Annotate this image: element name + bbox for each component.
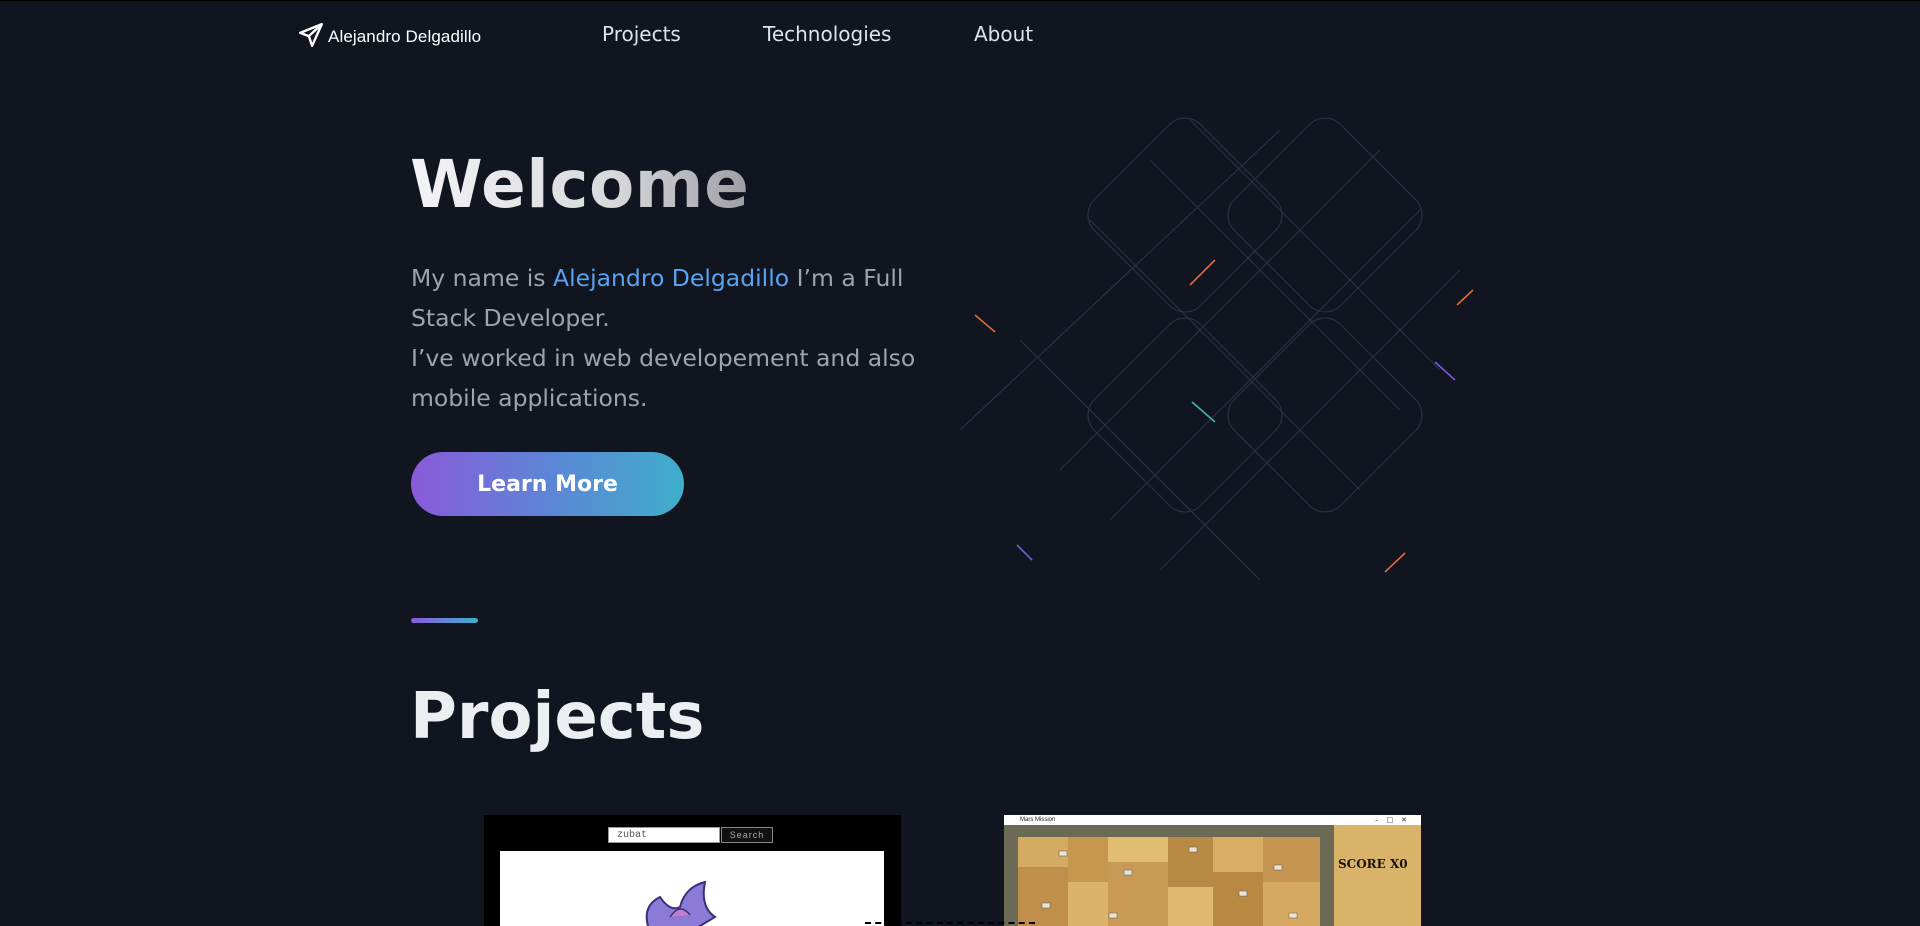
- hero-intro: My name is Alejandro Delgadillo I’m a Fu…: [411, 258, 951, 418]
- projects-heading: Projects: [410, 680, 705, 754]
- card-window-titlebar: Mars Mission: [1004, 815, 1421, 825]
- nav-link-about[interactable]: About: [974, 22, 1033, 46]
- top-nav: Alejandro Delgadillo Projects Technologi…: [0, 0, 1920, 72]
- nav-link-projects[interactable]: Projects: [602, 22, 681, 46]
- project-card-mars-game[interactable]: Mars Mission –□✕ SCORE X0: [1004, 815, 1421, 926]
- learn-more-button[interactable]: Learn More: [411, 452, 684, 516]
- hero-title: Welcome: [410, 146, 750, 223]
- intro-line-2: I’ve worked in web developement and also…: [411, 344, 916, 412]
- scroll-indicator: [865, 922, 1035, 926]
- zubat-sprite-icon: [630, 877, 730, 926]
- card-game-board: [1004, 825, 1334, 926]
- card-score-text: SCORE X0: [1338, 857, 1408, 871]
- brand-link[interactable]: Alejandro Delgadillo: [298, 22, 481, 52]
- hero-decor-grid: [959, 110, 1480, 610]
- brand-name: Alejandro Delgadillo: [328, 27, 482, 46]
- paper-plane-icon: [298, 22, 324, 52]
- nav-link-technologies[interactable]: Technologies: [763, 22, 891, 46]
- card-search-button: Search: [721, 827, 773, 843]
- section-divider: [411, 618, 478, 623]
- window-controls-icon: –□✕: [1375, 816, 1415, 824]
- card-result-panel: [500, 851, 884, 926]
- intro-text-before: My name is: [411, 264, 554, 292]
- intro-name-highlight: Alejandro Delgadillo: [553, 264, 790, 292]
- card-score-panel: [1334, 825, 1421, 926]
- card-search-input: zubat: [608, 827, 720, 843]
- project-card-pokedex[interactable]: zubat Search: [484, 815, 901, 926]
